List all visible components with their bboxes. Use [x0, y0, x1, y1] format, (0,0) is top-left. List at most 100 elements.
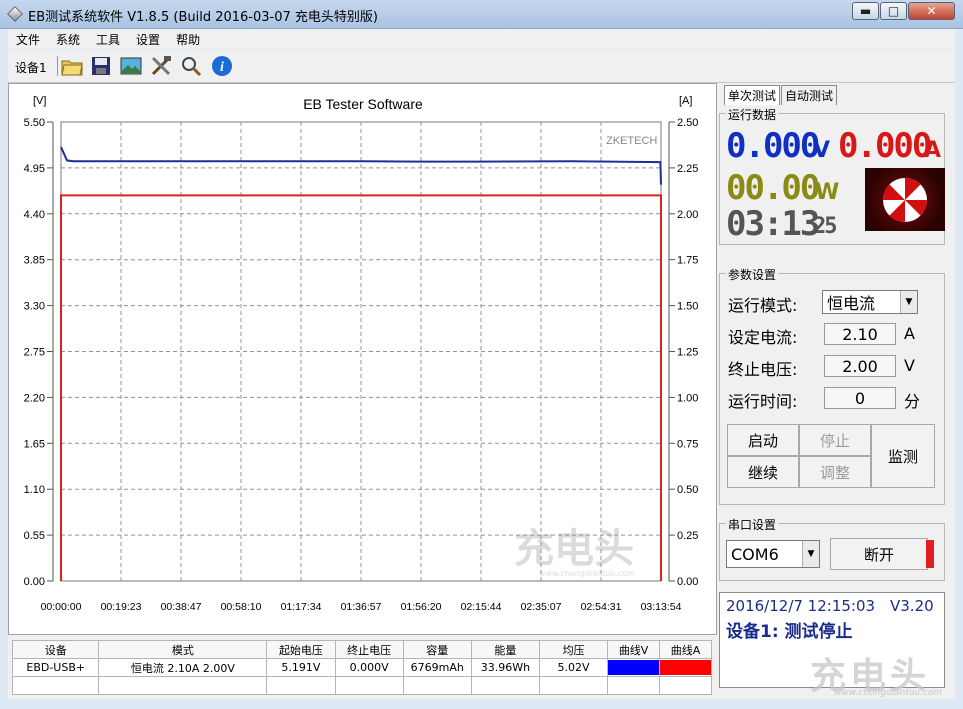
table-cell-empty: [11, 676, 100, 695]
table-header: 模式: [98, 640, 268, 659]
y-left-tick-label: 4.95: [24, 163, 45, 175]
toolbar-separator: [57, 56, 58, 76]
table-cell-empty: [607, 676, 661, 695]
adjust-button[interactable]: 调整: [799, 456, 871, 488]
y-right-tick-label: 1.75: [677, 255, 698, 267]
menu-file[interactable]: 文件: [8, 31, 48, 48]
y-left-tick-label: 5.50: [24, 117, 45, 129]
y-right-tick-label: 0.00: [677, 576, 698, 588]
table-cell-curve-a[interactable]: [659, 658, 712, 677]
table-cell-device: EBD-USB+: [11, 658, 100, 677]
curve-a-swatch[interactable]: [660, 660, 711, 675]
end-voltage-unit: V: [904, 356, 915, 375]
run-time-field[interactable]: 0: [824, 387, 896, 409]
menu-settings[interactable]: 设置: [128, 31, 168, 48]
table-cell-energy: 33.96Wh: [470, 658, 540, 677]
toolbar: 设备1 i: [8, 50, 955, 83]
menu-help[interactable]: 帮助: [168, 31, 208, 48]
y-right-tick-label: 0.75: [677, 438, 698, 450]
chevron-down-icon[interactable]: ▼: [802, 541, 819, 567]
table-cell-empty: [470, 676, 540, 695]
y-left-tick-label: 2.75: [24, 347, 45, 359]
chart-watermark: ZKETECH: [606, 135, 657, 147]
table-cell-capacity: 6769mAh: [402, 658, 472, 677]
params-title: 参数设置: [726, 266, 779, 283]
minimize-button[interactable]: ▬: [852, 2, 879, 20]
plot-frame: [60, 121, 662, 582]
y-left-tick-label: 0.00: [24, 576, 45, 588]
curve-v-swatch[interactable]: [608, 660, 660, 675]
table-cell-mode: 恒电流 2.10A 2.00V: [98, 658, 268, 677]
y-left-tick-label: 3.85: [24, 255, 45, 267]
table-cell-empty: [266, 676, 336, 695]
table-row[interactable]: EBD-USB+ 恒电流 2.10A 2.00V 5.191V 0.000V 6…: [11, 658, 712, 677]
current-unit: A: [924, 138, 942, 163]
window-title: EB测试系统软件 V1.8.5 (Build 2016-03-07 充电头特别版…: [28, 10, 378, 25]
y-left-tick-label: 3.30: [24, 301, 45, 313]
y-right-tick-label: 1.25: [677, 347, 698, 359]
tab-auto-test[interactable]: 自动测试: [781, 85, 838, 105]
table-cell-empty: [659, 676, 712, 695]
table-cell-start-voltage: 5.191V: [266, 658, 336, 677]
end-voltage-field[interactable]: 2.00: [824, 355, 896, 377]
continue-button[interactable]: 继续: [727, 456, 799, 488]
y-right-tick-label: 1.50: [677, 301, 698, 313]
mode-label: 运行模式:: [728, 296, 798, 315]
table-cell-empty: [538, 676, 609, 695]
device-tab[interactable]: 设备1: [15, 59, 47, 76]
y-left-tick-label: 1.10: [24, 484, 45, 496]
table-header: 起始电压: [266, 640, 336, 659]
y-left-tick-label: 0.55: [24, 530, 45, 542]
chevron-down-icon[interactable]: ▼: [900, 291, 917, 313]
mode-select[interactable]: 恒电流 ▼: [822, 290, 918, 314]
table-cell-end-voltage: 0.000V: [334, 658, 404, 677]
chart-bg-watermark: 充电头 www.chongdiantou.com: [514, 526, 635, 578]
table-cell-curve-v[interactable]: [607, 658, 661, 677]
monitor-button[interactable]: 监测: [871, 424, 935, 488]
x-tick-label: 01:17:34: [281, 601, 322, 613]
table-cell-empty: [334, 676, 404, 695]
chart-bg-watermark-url: www.chongdiantou.com: [539, 569, 635, 578]
tab-single-test[interactable]: 单次测试: [724, 85, 781, 105]
run-data-title: 运行数据: [726, 106, 779, 123]
y-right-tick-label: 0.25: [677, 530, 698, 542]
mode-select-value: 恒电流: [827, 294, 876, 313]
image-icon[interactable]: [119, 54, 143, 78]
info-icon[interactable]: i: [210, 54, 234, 78]
params-group: 参数设置 运行模式: 恒电流 ▼ 设定电流: 2.10 A 终止电压: 2.00…: [719, 266, 945, 505]
start-button[interactable]: 启动: [727, 424, 799, 456]
x-tick-label: 01:36:57: [341, 601, 382, 613]
watermark-url: www.chongdiantou.com: [834, 688, 943, 698]
y-right-tick-label: 2.25: [677, 163, 698, 175]
table-cell-avg-voltage: 5.02V: [538, 658, 609, 677]
y-left-unit: [V]: [33, 95, 46, 107]
menu-system[interactable]: 系统: [48, 31, 88, 48]
save-icon[interactable]: [89, 54, 113, 78]
com-port-value: COM6: [731, 544, 779, 564]
y-left-tick-label: 4.40: [24, 209, 45, 221]
results-table: 设备 模式 起始电压 终止电压 容量 能量 均压 曲线V 曲线A EBD-USB…: [11, 640, 712, 695]
disconnect-button[interactable]: 断开: [830, 538, 928, 570]
menu-tools[interactable]: 工具: [88, 31, 128, 48]
window-controls: ▬ □ ✕: [851, 2, 955, 20]
tools-icon[interactable]: [149, 54, 173, 78]
serial-group: 串口设置 COM6 ▼ 断开: [719, 516, 945, 581]
umbrella-icon: [882, 177, 928, 223]
table-cell-empty: [402, 676, 472, 695]
run-time-unit: 分: [904, 392, 921, 411]
table-header: 设备: [11, 640, 100, 659]
title-bar: EB测试系统软件 V1.8.5 (Build 2016-03-07 充电头特别版…: [0, 0, 963, 29]
table-row[interactable]: [11, 676, 712, 695]
maximize-button[interactable]: □: [880, 2, 907, 20]
folder-icon[interactable]: [60, 54, 84, 78]
table-header: 容量: [402, 640, 472, 659]
close-button[interactable]: ✕: [908, 2, 955, 20]
set-current-field[interactable]: 2.10: [824, 323, 896, 345]
stop-button[interactable]: 停止: [799, 424, 871, 456]
run-time-label: 运行时间:: [728, 392, 798, 411]
y-right-tick-label: 2.50: [677, 117, 698, 129]
status-datetime: 2016/12/7 12:15:03: [726, 597, 876, 615]
x-tick-label: 02:54:31: [581, 601, 622, 613]
zoom-icon[interactable]: [179, 54, 203, 78]
com-port-select[interactable]: COM6 ▼: [726, 540, 820, 568]
